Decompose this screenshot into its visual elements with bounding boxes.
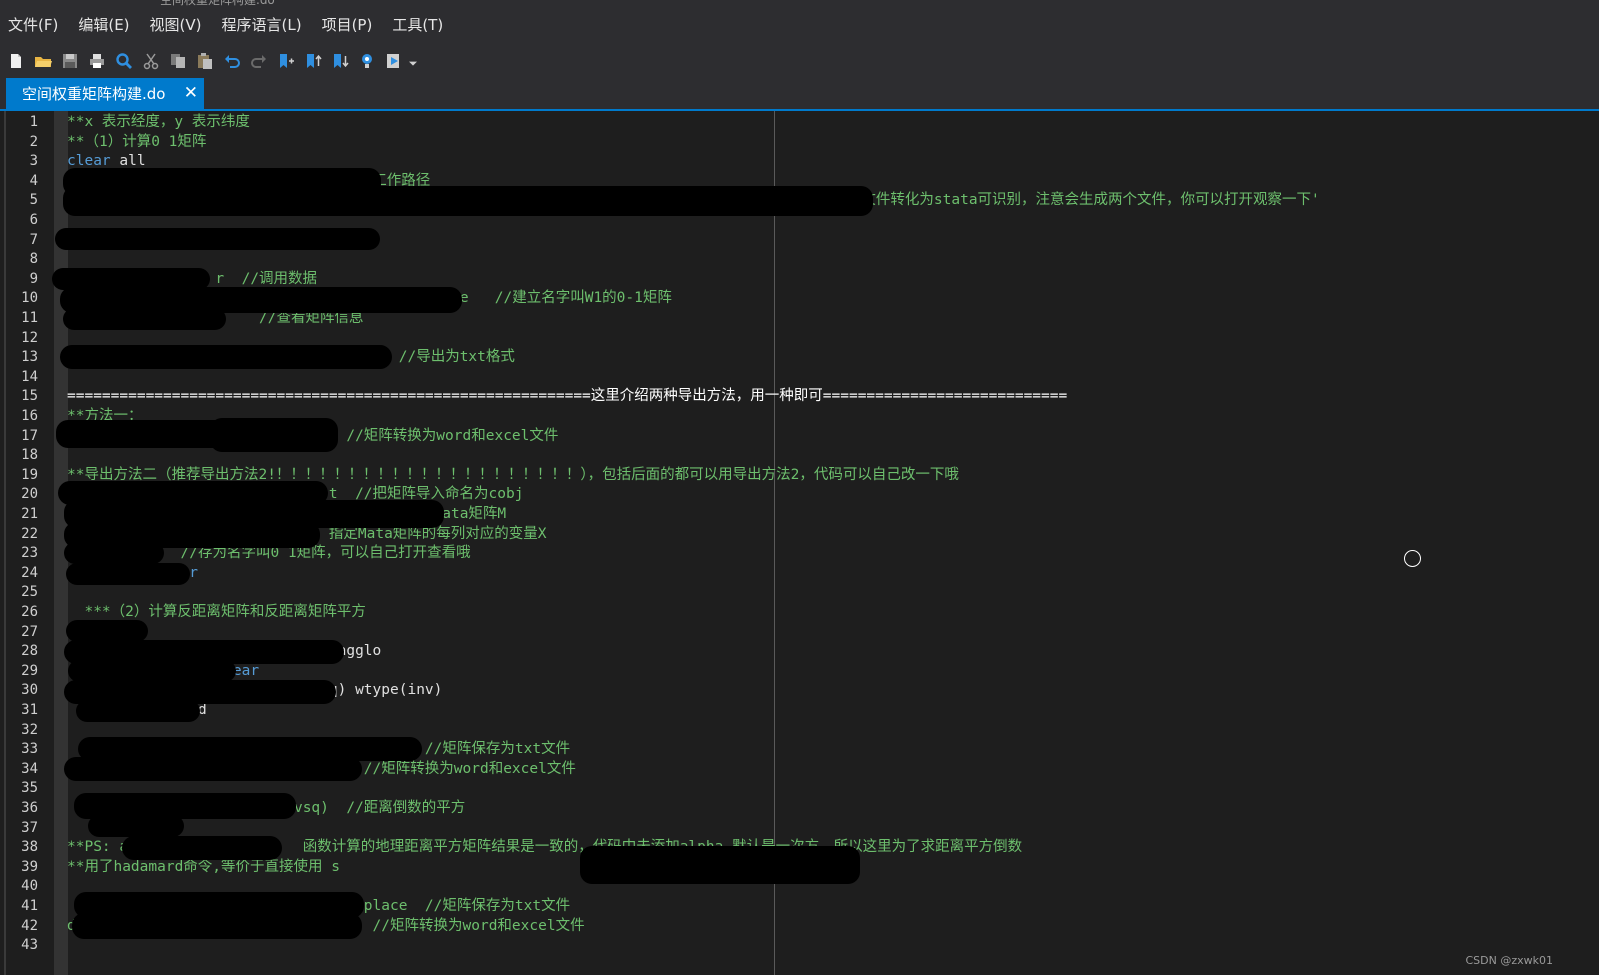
redaction-mark: [68, 660, 236, 682]
line-number: 35: [21, 780, 38, 797]
line-number: 39: [21, 858, 38, 875]
code-line: ***（2）计算反距离矩阵和反距离矩阵平方: [67, 604, 366, 620]
line-number: 30: [21, 682, 38, 699]
line-number: 12: [21, 329, 38, 346]
redaction-mark: [580, 846, 860, 884]
line-number: 1: [29, 114, 38, 130]
code-keyword: clear: [67, 153, 111, 170]
save-icon[interactable]: [56, 48, 83, 74]
redaction-mark: [66, 563, 190, 585]
redaction-mark: [64, 542, 164, 564]
line-number: 41: [21, 898, 38, 914]
line-number: 17: [21, 427, 38, 444]
menu-tools[interactable]: 工具(T): [382, 11, 453, 39]
line-number: 4: [29, 172, 38, 189]
line-number: 6: [29, 212, 38, 228]
line-number: 19: [21, 466, 38, 483]
bookmark-prev-icon[interactable]: [299, 48, 326, 74]
line-number: 10: [21, 290, 38, 307]
toolbar: [0, 44, 1599, 78]
line-number: 2: [29, 133, 38, 150]
run-icon[interactable]: [380, 48, 407, 74]
line-number: 3: [29, 153, 38, 170]
bookmark-next-icon[interactable]: [326, 48, 353, 74]
line-number: 36: [21, 800, 38, 816]
line-number: 15: [21, 388, 38, 405]
line-number: 14: [21, 368, 38, 385]
dropdown-arrow-icon[interactable]: [407, 48, 419, 74]
line-number: 37: [21, 819, 38, 836]
redaction-mark: [63, 186, 873, 216]
code-text: all: [110, 153, 146, 170]
line-number: 42: [21, 917, 38, 934]
redaction-mark: [63, 308, 226, 330]
line-number: 38: [21, 839, 38, 856]
redaction-mark: [64, 757, 362, 781]
watermark: CSDN @zxwk01: [1465, 954, 1553, 967]
redaction-mark: [210, 418, 338, 452]
redaction-mark: [88, 815, 184, 837]
redo-icon[interactable]: [245, 48, 272, 74]
search-icon[interactable]: [110, 48, 137, 74]
line-number: 18: [21, 447, 38, 464]
line-number: 22: [21, 525, 38, 542]
line-number: 32: [21, 721, 38, 738]
print-icon[interactable]: [83, 48, 110, 74]
line-number: 8: [29, 251, 38, 268]
redaction-mark: [60, 345, 392, 369]
copy-icon[interactable]: [164, 48, 191, 74]
code-line: **x 表示经度，y 表示纬度: [67, 114, 250, 130]
code-line: ========================================…: [67, 388, 1068, 405]
line-number: 13: [21, 349, 38, 366]
line-number: 27: [21, 623, 38, 640]
menu-edit[interactable]: 编辑(E): [68, 11, 139, 39]
line-number: 20: [21, 486, 38, 503]
close-icon[interactable]: ✕: [184, 81, 198, 105]
line-number: 11: [21, 310, 38, 326]
tab-active-file[interactable]: 空间权重矩阵构建.do ✕: [6, 78, 204, 109]
line-number-gutter: 1 2 3 4 5 6 7 8 9 10 11 12 13 14 15 16 17 18 19 20 21 22 23 24 2…: [6, 111, 54, 975]
line-number: 5: [29, 192, 38, 209]
line-number: 26: [21, 604, 38, 620]
line-number: 23: [21, 545, 38, 562]
menu-bar: 文件(F) 编辑(E) 视图(V) 程序语言(L) 项目(P) 工具(T): [0, 6, 1599, 44]
mouse-cursor-icon: [1404, 550, 1421, 567]
new-file-icon[interactable]: [2, 48, 29, 74]
undo-icon[interactable]: [218, 48, 245, 74]
line-number: 25: [21, 584, 38, 601]
tab-label: 空间权重矩阵构建.do: [22, 85, 166, 103]
menu-file[interactable]: 文件(F): [0, 11, 68, 39]
redaction-mark: [76, 700, 200, 722]
menu-view[interactable]: 视图(V): [140, 11, 212, 39]
bookmark-toggle-icon[interactable]: [272, 48, 299, 74]
line-number: 24: [21, 564, 38, 581]
menu-project[interactable]: 项目(P): [312, 11, 383, 39]
show-help-icon[interactable]: [353, 48, 380, 74]
paste-icon[interactable]: [191, 48, 218, 74]
line-number: 16: [21, 408, 38, 424]
line-number: 34: [21, 760, 38, 777]
tab-bar: 空间权重矩阵构建.do ✕: [0, 78, 1599, 111]
redaction-mark: [122, 836, 282, 860]
menu-language[interactable]: 程序语言(L): [212, 11, 312, 39]
line-number: 40: [21, 878, 38, 895]
line-number: 7: [29, 231, 38, 248]
line-number: 43: [21, 937, 38, 954]
open-folder-icon[interactable]: [29, 48, 56, 74]
redaction-mark: [55, 228, 380, 250]
redaction-mark: [66, 620, 148, 642]
code-line: **（1）计算0 1矩阵: [67, 133, 207, 150]
line-number: 21: [21, 506, 38, 522]
cut-icon[interactable]: [137, 48, 164, 74]
line-number: 28: [21, 643, 38, 660]
line-number: 31: [21, 702, 38, 718]
redaction-mark: [72, 913, 362, 939]
line-number: 29: [21, 662, 38, 679]
line-number: 33: [21, 741, 38, 758]
line-number: 9: [29, 270, 38, 287]
